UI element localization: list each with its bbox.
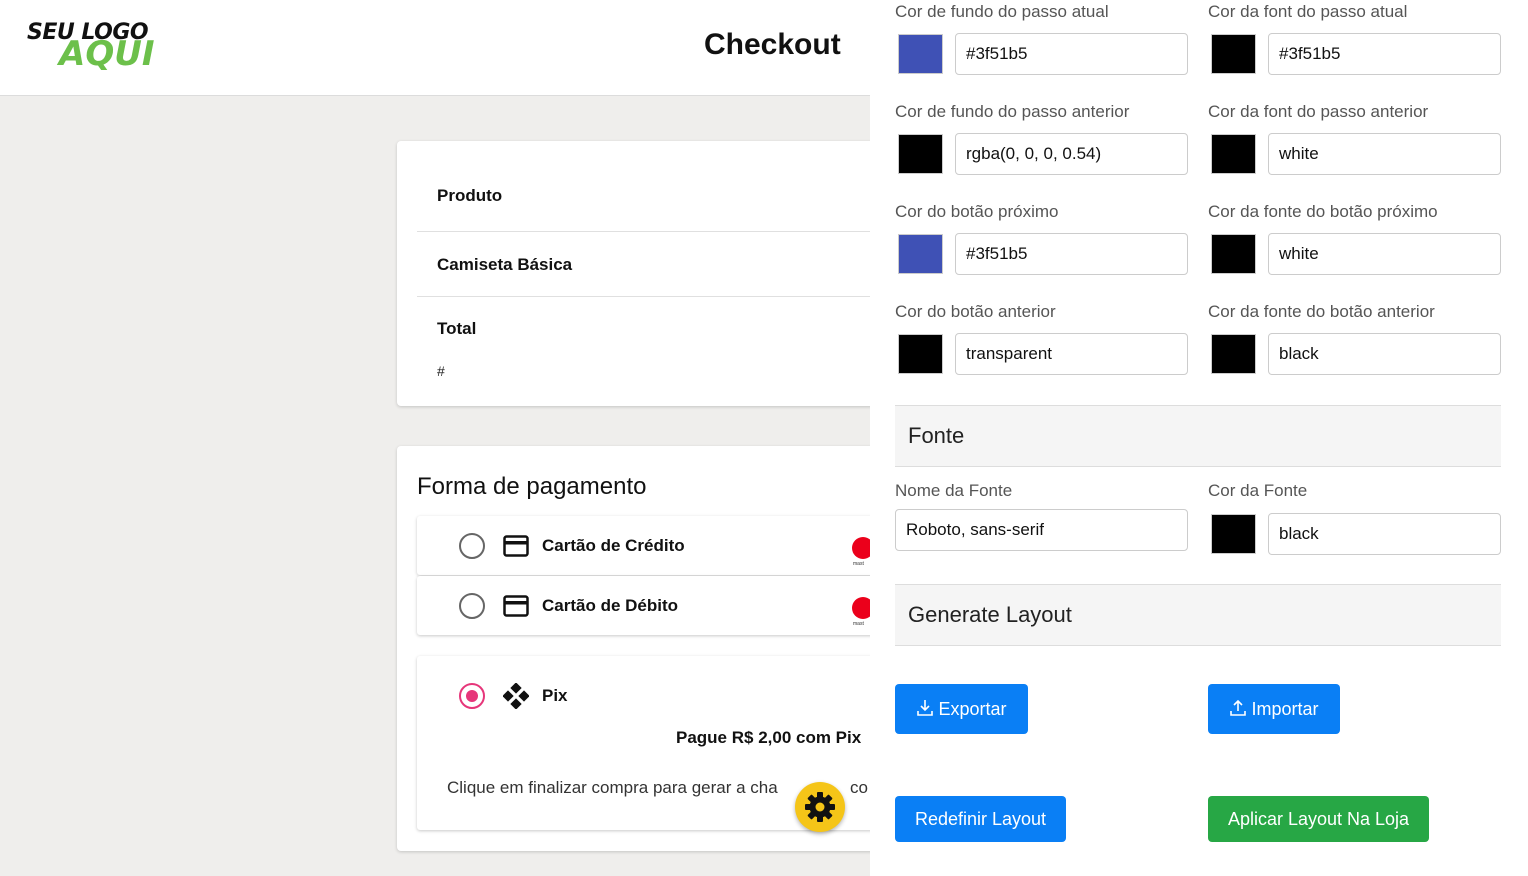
prev-step-font-label: Cor da font do passo anterior <box>1208 102 1429 121</box>
export-button[interactable]: Exportar <box>895 684 1028 734</box>
debit-label: Cartão de Débito <box>542 596 679 615</box>
next-button-font-label: Cor da fonte do botão próximo <box>1208 202 1438 221</box>
current-step-font-input[interactable]: #3f51b5 <box>1268 33 1501 75</box>
prev-button-color-swatch[interactable] <box>898 334 943 374</box>
prev-step-bg-label: Cor de fundo do passo anterior <box>895 102 1130 121</box>
next-button-font-swatch[interactable] <box>1211 234 1256 274</box>
generate-layout-header[interactable]: Generate Layout <box>895 584 1501 646</box>
prev-button-font-label: Cor da fonte do botão anterior <box>1208 302 1435 321</box>
next-button-color-swatch[interactable] <box>898 234 943 274</box>
payment-title: Forma de pagamento <box>417 473 647 500</box>
prev-step-bg-input[interactable]: rgba(0, 0, 0, 0.54) <box>955 133 1188 175</box>
current-step-bg-label: Cor de fundo do passo atual <box>895 2 1109 21</box>
pix-note-tail: co <box>850 778 868 797</box>
font-color-input[interactable]: black <box>1268 513 1501 555</box>
font-section-title: Fonte <box>908 423 965 448</box>
product-summary-card: Produto Camiseta Básica Total # <box>397 141 917 406</box>
prev-step-bg-swatch[interactable] <box>898 134 943 174</box>
font-color-swatch[interactable] <box>1211 514 1256 554</box>
pix-radio[interactable] <box>459 683 485 709</box>
current-step-font-label: Cor da font do passo atual <box>1208 2 1408 21</box>
total-label: Total <box>437 319 477 338</box>
gear-icon <box>805 792 835 822</box>
prev-button-font-input[interactable]: black <box>1268 333 1501 375</box>
export-label: Exportar <box>938 699 1007 719</box>
payment-option-debit[interactable]: Cartão de Débito mast <box>417 576 907 635</box>
current-step-bg-swatch[interactable] <box>898 34 943 74</box>
next-button-color-label: Cor do botão próximo <box>895 202 1059 221</box>
font-color-label: Cor da Fonte <box>1208 481 1308 500</box>
debit-radio[interactable] <box>459 593 485 619</box>
payment-option-credit[interactable]: Cartão de Crédito mast <box>417 516 907 575</box>
reset-layout-button[interactable]: Redefinir Layout <box>895 796 1066 842</box>
mastercard-text: mast <box>853 561 864 567</box>
import-label: Importar <box>1251 699 1319 719</box>
prev-step-font-input[interactable]: white <box>1268 133 1501 175</box>
import-button[interactable]: Importar <box>1208 684 1340 734</box>
current-step-font-swatch[interactable] <box>1211 34 1256 74</box>
credit-card-icon <box>503 535 529 557</box>
product-header-row: Produto <box>417 141 917 232</box>
upload-icon <box>1230 699 1247 716</box>
next-button-color-input[interactable]: #3f51b5 <box>955 233 1188 275</box>
download-icon <box>917 700 934 716</box>
generate-layout-title: Generate Layout <box>908 602 1072 627</box>
pix-note: Clique em finalizar compra para gerar a … <box>447 778 778 797</box>
font-name-input[interactable]: Roboto, sans-serif <box>895 509 1188 551</box>
layout-settings-panel: Cor de fundo do passo atual #3f51b5 Cor … <box>870 0 1528 876</box>
credit-radio[interactable] <box>459 533 485 559</box>
credit-label: Cartão de Crédito <box>542 536 685 555</box>
page-title: Checkout <box>704 28 841 61</box>
product-header-label: Produto <box>437 186 503 205</box>
logo[interactable]: SEU LOGO AQUI <box>27 18 177 74</box>
next-button-font-input[interactable]: white <box>1268 233 1501 275</box>
settings-toggle-button[interactable] <box>795 782 845 832</box>
prev-step-font-swatch[interactable] <box>1211 134 1256 174</box>
logo-line2: AQUI <box>59 34 155 74</box>
font-name-label: Nome da Fonte <box>895 481 1013 500</box>
pix-icon <box>502 682 530 710</box>
product-item-name: Camiseta Básica <box>437 255 573 274</box>
current-step-bg-input[interactable]: #3f51b5 <box>955 33 1188 75</box>
debit-card-icon <box>503 595 529 617</box>
mastercard-text: mast <box>853 621 864 627</box>
pix-price: Pague R$ 2,00 com Pix <box>676 728 862 747</box>
pix-label: Pix <box>542 686 568 705</box>
apply-layout-button[interactable]: Aplicar Layout Na Loja <box>1208 796 1429 842</box>
prev-button-font-swatch[interactable] <box>1211 334 1256 374</box>
font-section-header[interactable]: Fonte <box>895 405 1501 467</box>
total-value: # <box>437 363 445 379</box>
prev-button-color-input[interactable]: transparent <box>955 333 1188 375</box>
product-item-row: Camiseta Básica <box>417 232 917 297</box>
prev-button-color-label: Cor do botão anterior <box>895 302 1056 321</box>
